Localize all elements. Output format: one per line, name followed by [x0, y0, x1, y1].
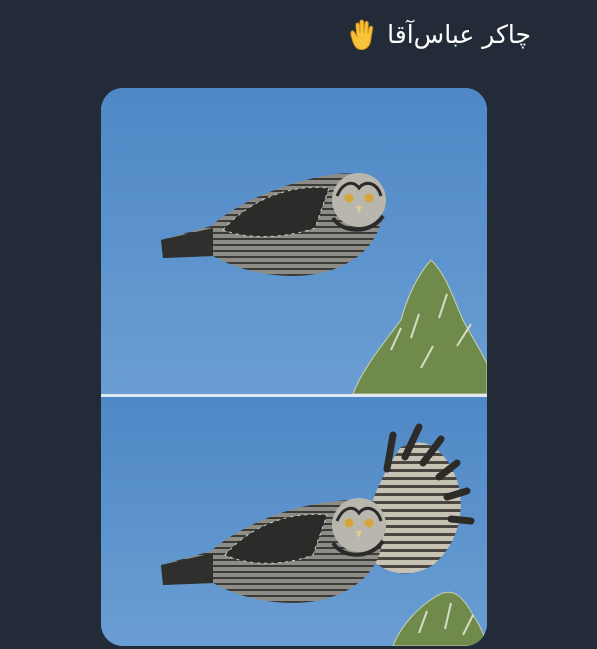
post-image[interactable] [101, 88, 487, 646]
post-caption: چاکر عباس‌آقا [345, 18, 531, 52]
owl-photo-top [101, 88, 487, 394]
owl-photo-bottom [101, 397, 487, 646]
caption-text: چاکر عباس‌آقا [387, 20, 531, 49]
raised-hand-icon [350, 19, 374, 51]
